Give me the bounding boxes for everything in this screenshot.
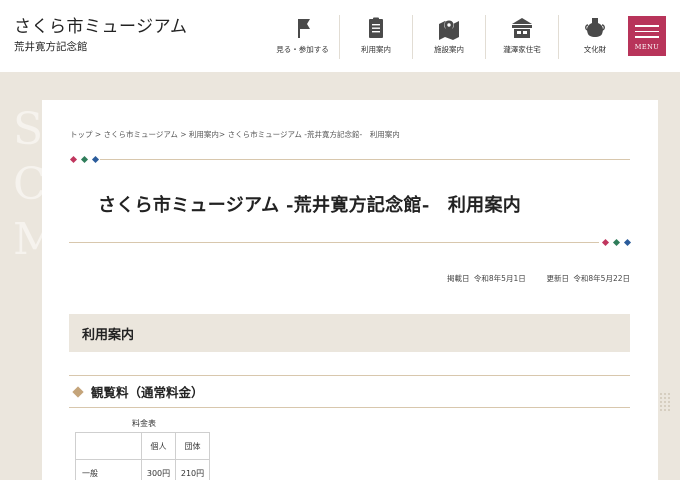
map-pin-icon <box>439 20 459 40</box>
nav-item-takizawa-house[interactable]: 瀧澤家住宅 <box>485 15 558 59</box>
table-caption: 料金表 <box>132 419 156 428</box>
nav-label: 見る・参加する <box>276 45 329 54</box>
table-row: 一般 300円 210円 <box>75 459 210 480</box>
table-header-cell: 団体 <box>175 432 210 460</box>
global-nav: 見る・参加する 利用案内 施設案内 瀧澤家住宅 文化財 <box>266 15 631 59</box>
subsection-rule-top <box>69 375 630 376</box>
decorative-diamond-red <box>69 155 78 164</box>
flag-icon <box>297 19 310 38</box>
decorative-diamond-red <box>601 238 610 247</box>
nav-item-events[interactable]: 見る・参加する <box>266 15 339 59</box>
decorative-dot-grid <box>659 392 671 412</box>
menu-button[interactable]: MENU <box>628 16 666 56</box>
hamburger-icon <box>635 25 659 27</box>
hamburger-icon-bar <box>635 30 659 32</box>
decorative-letter: S <box>13 104 44 155</box>
section-heading: 利用案内 <box>69 314 630 352</box>
table-cell: 210円 <box>175 459 210 480</box>
table-header-cell <box>75 432 142 460</box>
subsection-heading-text: 観覧料（通常料金） <box>91 385 204 400</box>
published-date: 令和8年5月1日 <box>473 274 526 283</box>
nav-label: 文化財 <box>583 45 607 54</box>
site-logo[interactable]: さくら市ミュージアム 荒井寛方記念館 <box>14 16 187 55</box>
nav-item-cultural-assets[interactable]: 文化財 <box>558 15 631 59</box>
decorative-diamond-blue <box>623 238 632 247</box>
table-cell: 300円 <box>141 459 176 480</box>
menu-label: MENU <box>634 42 660 51</box>
table-cell: 一般 <box>75 459 142 480</box>
title-rule-top <box>100 159 630 160</box>
decorative-diamond-green <box>612 238 621 247</box>
updated-label: 更新日 <box>546 274 570 283</box>
table-header-row: 個人 団体 <box>75 432 210 460</box>
page-title: さくら市ミュージアム -荒井寛方記念館- 利用案内 <box>98 195 522 216</box>
pottery-vase-icon <box>585 18 605 37</box>
nav-label: 施設案内 <box>434 45 464 54</box>
fee-table: 個人 団体 一般 300円 210円 <box>75 432 210 480</box>
site-title[interactable]: さくら市ミュージアム <box>14 16 187 38</box>
table-header-cell: 個人 <box>141 432 176 460</box>
updated-date: 令和8年5月22日 <box>573 274 630 283</box>
hamburger-icon-bar <box>635 36 659 38</box>
subsection-rule-bottom <box>69 407 630 408</box>
publish-dates: 掲載日 令和8年5月1日 更新日 令和8年5月22日 <box>445 273 630 284</box>
subsection-heading: 観覧料（通常料金） <box>72 382 204 401</box>
nav-label: 瀧澤家住宅 <box>503 45 541 54</box>
nav-item-guide[interactable]: 利用案内 <box>339 15 412 59</box>
nav-label: 利用案内 <box>361 45 391 54</box>
title-rule-bottom <box>69 242 599 243</box>
decorative-diamond-blue <box>91 155 100 164</box>
site-header: さくら市ミュージアム 荒井寛方記念館 見る・参加する 利用案内 施設案内 瀧澤家… <box>0 0 680 72</box>
diamond-bullet-icon <box>72 385 84 398</box>
house-icon <box>512 18 532 38</box>
main-content: トップ > さくら市ミュージアム > 利用案内> さくら市ミュージアム -荒井寛… <box>42 100 658 480</box>
published-label: 掲載日 <box>447 274 470 283</box>
site-subtitle[interactable]: 荒井寛方記念館 <box>14 39 187 55</box>
clipboard-icon <box>369 17 383 38</box>
decorative-diamond-green <box>80 155 89 164</box>
nav-item-facility[interactable]: 施設案内 <box>412 15 485 59</box>
breadcrumb[interactable]: トップ > さくら市ミュージアム > 利用案内> さくら市ミュージアム -荒井寛… <box>70 129 400 140</box>
